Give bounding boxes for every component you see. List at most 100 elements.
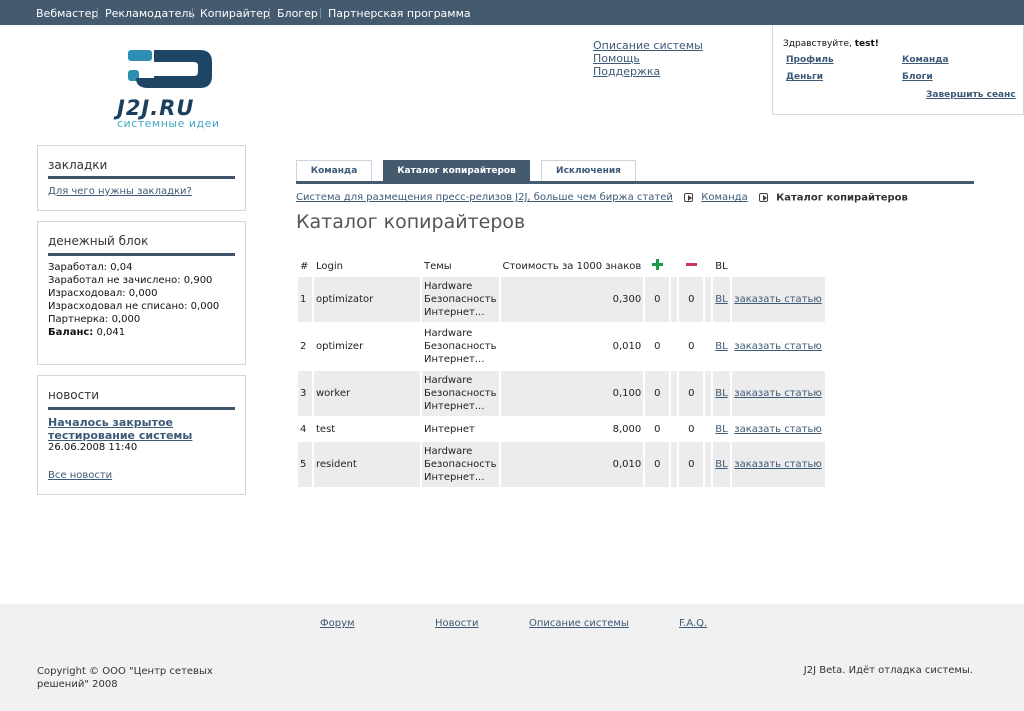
cell-bl[interactable]: BL [713, 371, 731, 416]
logout-link[interactable]: Завершить сеанс [926, 90, 1016, 100]
site-logo[interactable]: J2J.RU системные идеи [114, 46, 234, 132]
money-spent-pending: Израсходовал не списано: 0,000 [48, 301, 220, 312]
cell-bl-link[interactable]: BL [715, 459, 727, 470]
topic-item: Интернет... [424, 354, 485, 365]
cell-bl[interactable]: BL [713, 324, 730, 369]
tab-team[interactable]: Команда [296, 160, 372, 181]
cell-price: 8,000 [612, 423, 642, 435]
col-topics-header: Темы [424, 260, 452, 272]
table-row: 3 worker Hardware Безопасность Интернет... 0,… [298, 371, 826, 416]
link-profile[interactable]: Профиль [786, 55, 834, 65]
all-news-link[interactable]: Все новости [48, 470, 112, 481]
breadcrumb-current: Каталог копирайтеров [776, 192, 908, 204]
nav-blogger[interactable]: Блогер [277, 7, 318, 20]
cell-topics: Hardware Безопасность Интернет... [422, 442, 499, 487]
footer-link-news[interactable]: Новости [435, 618, 478, 629]
nav-separator [269, 8, 270, 19]
logo-mark-icon [128, 50, 212, 88]
table-body: 1 optimizator Hardware Безопасность Интернет… [298, 277, 826, 487]
nav-separator [320, 8, 321, 19]
cell-login: test [316, 423, 336, 435]
cell-order-link[interactable]: заказать статью [734, 424, 822, 435]
cell-price: 0,010 [500, 442, 644, 487]
topic-item: Hardware [424, 328, 473, 339]
topic-item: Интернет [424, 423, 475, 435]
cell-topics: Hardware Безопасность Интернет... [422, 324, 499, 369]
minus-icon [685, 259, 697, 270]
topic-item: Безопасность [424, 294, 497, 305]
balance-value: 0,041 [96, 327, 126, 338]
cell-order[interactable]: заказать статью [732, 442, 826, 487]
cell-num: 5 [298, 442, 312, 487]
cell-login: optimizator [314, 277, 420, 322]
cell-order-link[interactable]: заказать статью [734, 294, 822, 305]
footer-link-forum[interactable]: Форум [320, 618, 355, 629]
cell-bl[interactable]: BL [713, 277, 731, 322]
cell-order-link[interactable]: заказать статью [734, 388, 822, 399]
cell-bl-link[interactable]: BL [715, 294, 727, 305]
cell-gap [671, 371, 678, 416]
nav-separator [97, 8, 98, 19]
money-earned-pending: Заработал не зачислено: 0,900 [48, 275, 213, 286]
link-team[interactable]: Команда [902, 55, 949, 65]
balance-label: Баланс: [48, 327, 94, 338]
block-divider [48, 407, 235, 410]
cell-topics: Hardware Безопасность Интернет... [422, 371, 499, 416]
cell-minus: 0 [679, 442, 704, 487]
col-minus-header [679, 255, 703, 277]
bookmarks-help-link[interactable]: Для чего нужны закладки? [48, 186, 192, 197]
link-system-description[interactable]: Описание системы [593, 39, 703, 52]
topic-item: Интернет... [424, 307, 485, 318]
greeting-text: Здравствуйте, [783, 39, 852, 49]
cell-bl-link[interactable]: BL [715, 341, 727, 352]
link-support[interactable]: Поддержка [593, 65, 703, 78]
nav-advertiser[interactable]: Рекламодатель [105, 7, 195, 20]
footer-link-faq[interactable]: F.A.Q. [679, 618, 707, 629]
cell-order-link[interactable]: заказать статью [734, 459, 822, 470]
cell-gap [671, 418, 677, 440]
link-blogs[interactable]: Блоги [902, 72, 933, 82]
cell-minus: 0 [679, 371, 704, 416]
footer-link-description[interactable]: Описание системы [529, 618, 629, 629]
cell-order[interactable]: заказать статью [732, 371, 826, 416]
cell-bl[interactable]: BL [713, 418, 730, 440]
copywriters-table: # Login Темы Стоимость за 1000 знаков BL… [296, 255, 827, 487]
cell-num: 1 [298, 277, 312, 322]
logo-slogan: системные идеи [117, 117, 220, 130]
cell-order[interactable]: заказать статью [732, 324, 825, 369]
cell-order[interactable]: заказать статью [732, 418, 825, 440]
cell-login: optimizer [316, 341, 364, 352]
block-divider [48, 253, 235, 256]
cell-order-link[interactable]: заказать статью [734, 341, 822, 352]
news-headline-link[interactable]: Началось закрытое тестирование системы [48, 416, 223, 442]
nav-copywriter[interactable]: Копирайтер [200, 7, 270, 20]
cell-price: 0,010 [612, 341, 642, 352]
breadcrumb-team[interactable]: Команда [701, 192, 747, 203]
col-gap [671, 255, 677, 277]
user-greeting: Здравствуйте, test! [783, 39, 879, 49]
cell-bl-link[interactable]: BL [715, 388, 727, 399]
footer: Форум Новости Описание системы F.A.Q. Co… [0, 604, 1024, 711]
link-help[interactable]: Помощь [593, 52, 703, 65]
breadcrumb: Система для размещения пресс-релизов J2J… [296, 192, 908, 204]
cell-bl[interactable]: BL [713, 442, 731, 487]
tab-copywriters-catalog[interactable]: Каталог копирайтеров [383, 160, 530, 181]
cell-bl-link[interactable]: BL [715, 424, 727, 435]
breadcrumb-arrow-icon [684, 193, 694, 202]
table-header-row: # Login Темы Стоимость за 1000 знаков BL [298, 255, 825, 277]
cell-topics: Интернет [422, 418, 499, 440]
cell-plus: 0 [645, 277, 670, 322]
topic-item: Безопасность [424, 388, 497, 399]
link-money[interactable]: Деньги [786, 72, 823, 82]
topic-item: Интернет... [424, 401, 485, 412]
cell-order[interactable]: заказать статью [732, 277, 826, 322]
topic-item: Hardware [424, 281, 473, 292]
tab-exceptions[interactable]: Исключения [541, 160, 636, 181]
cell-login: worker [314, 371, 420, 416]
nav-partner-program[interactable]: Партнерская программа [328, 7, 471, 20]
col-gap [705, 255, 711, 277]
col-bl-header: BL [715, 260, 728, 272]
plus-icon [651, 259, 663, 270]
nav-webmaster[interactable]: Вебмастер [36, 7, 98, 20]
breadcrumb-root[interactable]: Система для размещения пресс-релизов J2J… [296, 192, 673, 203]
